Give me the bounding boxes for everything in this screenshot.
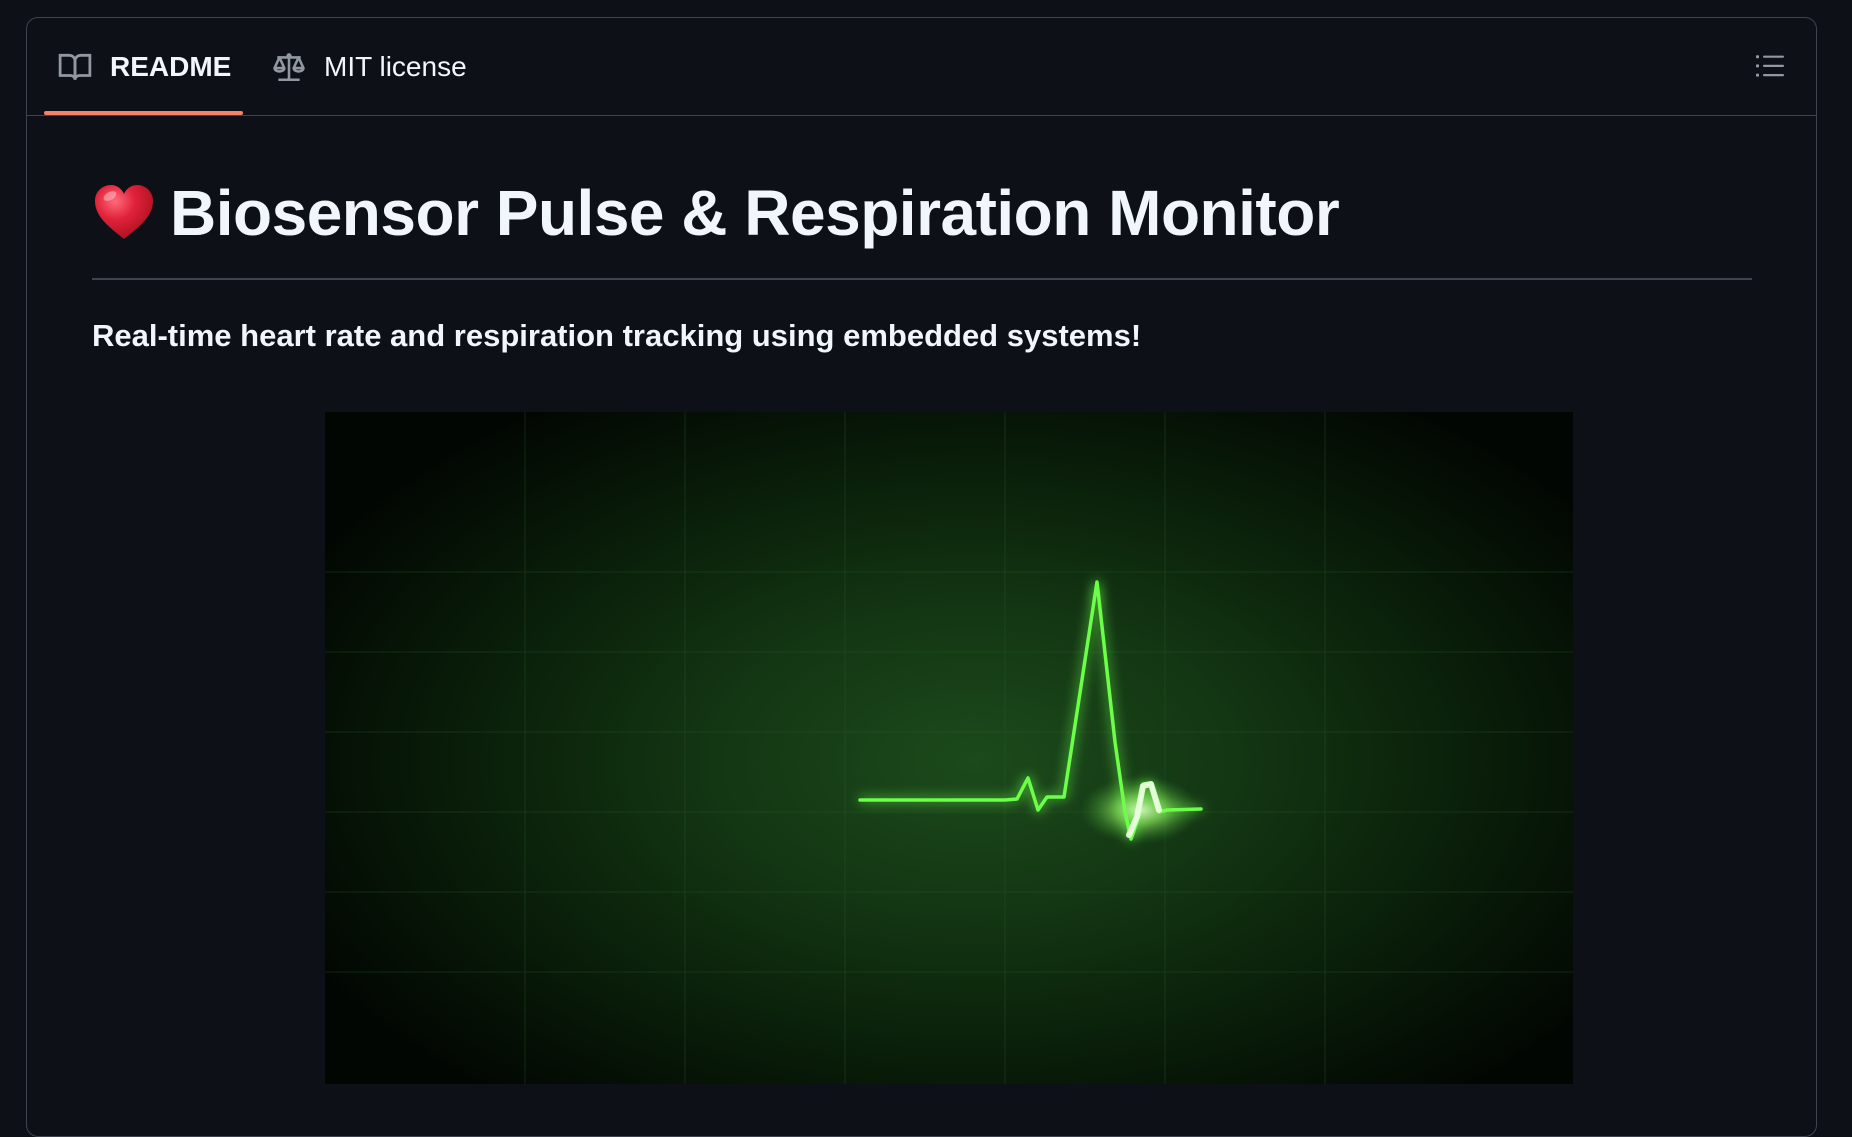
readme-subtitle: Real-time heart rate and respiration tra… [92,317,1142,353]
page-title: Biosensor Pulse & Respiration Monitor [170,177,1340,249]
book-icon [58,50,92,84]
active-tab-indicator [44,111,243,115]
tab-readme[interactable]: README [58,18,231,116]
law-icon [272,50,306,84]
tab-readme-label: README [110,51,232,82]
tab-license-label: MIT license [324,51,467,82]
monitor-grid [325,412,1573,1084]
tab-mit-license[interactable]: MIT license [272,18,467,116]
heartbeat-monitor-image [325,412,1573,1084]
outline-button[interactable] [1750,48,1790,88]
heart-emoji-icon [92,181,156,245]
readme-panel: README MIT license Biosensor Pulse & Res… [26,17,1817,1137]
readme-tabbar: README MIT license [27,18,1816,116]
readme-content: Biosensor Pulse & Respiration Monitor Re… [92,168,1752,354]
readme-heading: Biosensor Pulse & Respiration Monitor [92,168,1752,258]
list-unordered-icon [1754,50,1786,87]
heading-divider [92,278,1752,280]
